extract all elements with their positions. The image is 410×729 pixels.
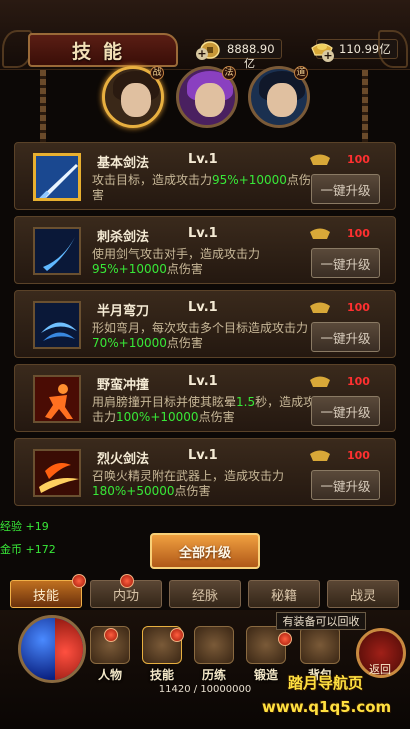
tab-war-spirit[interactable]: 战灵 [327, 580, 399, 608]
skill-name: 半月弯刀 [97, 304, 150, 319]
gold-gain: 金币 +172 [0, 541, 56, 557]
crescent-blade-icon[interactable] [33, 301, 81, 349]
exp-gain-label: 经验 [0, 520, 22, 533]
skill-name: 刺杀剑法 [97, 230, 150, 245]
skill-level: Lv.1 [188, 152, 218, 167]
fire-sword-icon[interactable] [33, 449, 81, 497]
top-bar: 技能 8888.90 + 亿 110.99亿 + [0, 0, 410, 70]
skill-name: 野蛮冲撞 [97, 378, 150, 393]
skill-card-fire-sword[interactable]: 烈火剑法 Lv.1 召唤火精灵附在武器上，造成攻击力180%+50000点伤害 … [14, 438, 396, 506]
upgrade-cost: 100 [347, 375, 370, 388]
gold-ingot-icon [310, 154, 330, 165]
charge-icon[interactable] [33, 375, 81, 423]
return-label: 返回 [369, 663, 391, 676]
notification-dot [72, 574, 86, 588]
gold-ingot-icon [310, 450, 330, 461]
nav-training-label: 历练 [201, 668, 226, 682]
gold-unit: 亿 [244, 57, 255, 70]
warrior-helmet-icon [194, 626, 234, 664]
watermark-url: www.q1q5.com [262, 698, 392, 716]
class-badge-taoist: 道 [294, 66, 308, 80]
gold-currency: 8888.90 [200, 38, 282, 60]
tab-meridians[interactable]: 经脉 [169, 580, 241, 608]
hp-mp-orb [18, 615, 86, 683]
skill-level: Lv.1 [188, 374, 218, 389]
skill-name: 基本剑法 [97, 156, 150, 171]
skill-card-assassin-sword[interactable]: 刺杀剑法 Lv.1 使用剑气攻击对手，造成攻击力95%+10000点伤害 100… [14, 216, 396, 284]
watermark-title: 踏月导航页 [288, 674, 364, 692]
nav-character-label: 人物 [97, 668, 122, 682]
bag-icon [300, 626, 340, 664]
one-click-upgrade-button[interactable]: 一键升级 [311, 322, 380, 352]
one-click-upgrade-button[interactable]: 一键升级 [311, 248, 380, 278]
nav-forge-label: 锻造 [253, 668, 278, 682]
tab-secret-manuals[interactable]: 秘籍 [248, 580, 320, 608]
taoist-face [267, 83, 297, 117]
skill-level: Lv.1 [188, 226, 218, 241]
skill-description: 形如弯月，每次攻击多个目标造成攻击力70%+10000点伤害 [92, 321, 309, 350]
upgrade-cost: 100 [347, 301, 370, 314]
skill-description: 使用剑气攻击对手，造成攻击力95%+10000点伤害 [92, 247, 261, 276]
mage-face [195, 83, 225, 117]
skill-level: Lv.1 [188, 448, 218, 463]
chain-decoration-right [362, 70, 368, 142]
anvil-icon [246, 626, 286, 664]
hp-half [55, 618, 83, 680]
sword-slash-icon[interactable] [33, 227, 81, 275]
nav-skills-label: 技能 [149, 668, 174, 682]
upgrade-all-button[interactable]: 全部升级 [150, 533, 260, 569]
skill-card-savage-charge[interactable]: 野蛮冲撞 Lv.1 用肩膀撞开目标并使其眩晕1.5秒，造成攻击力100%+100… [14, 364, 396, 432]
skill-card-half-moon-blade[interactable]: 半月弯刀 Lv.1 形如弯月，每次攻击多个目标造成攻击力70%+10000点伤害… [14, 290, 396, 358]
one-click-upgrade-button[interactable]: 一键升级 [311, 174, 380, 204]
skill-tabs: 技能 内功 经脉 秘籍 战灵 [0, 574, 410, 610]
class-badge-warrior: 战 [150, 66, 164, 80]
recycle-hint-tooltip: 有装备可以回收 [276, 612, 366, 630]
return-button[interactable]: 返回 [356, 628, 406, 678]
tab-skills[interactable]: 技能 [10, 580, 82, 608]
dragon-ornament-right [378, 30, 408, 68]
warrior-face [121, 83, 151, 117]
one-click-upgrade-button[interactable]: 一键升级 [311, 396, 380, 426]
add-ingot-button[interactable]: + [322, 50, 334, 62]
notification-dot [120, 574, 134, 588]
skill-description: 用肩膀撞开目标并使其眩晕1.5秒，造成攻击力100%+10000点伤害 [92, 395, 316, 424]
upgrade-cost: 100 [347, 153, 370, 166]
skill-name: 烈火剑法 [97, 452, 150, 467]
chain-decoration-left [40, 70, 46, 142]
skill-description: 召唤火精灵附在武器上，造成攻击力180%+50000点伤害 [92, 469, 285, 498]
gold-gain-value: +172 [25, 543, 56, 556]
page-title: 技能 [71, 40, 134, 63]
sword-strike-icon[interactable] [33, 153, 81, 201]
exp-gain-value: +19 [25, 520, 49, 533]
add-gold-button[interactable]: + [196, 48, 208, 60]
gold-gain-label: 金币 [0, 543, 22, 556]
upgrade-cost: 100 [347, 227, 370, 240]
class-badge-mage: 法 [222, 66, 236, 80]
title-plate: 技能 [28, 33, 178, 67]
gold-ingot-icon [310, 302, 330, 313]
skill-card-basic-sword[interactable]: 基本剑法 Lv.1 攻击目标，造成攻击力95%+10000点伤害 100 一键升… [14, 142, 396, 210]
exp-gain: 经验 +19 [0, 518, 49, 534]
upgrade-cost: 100 [347, 449, 370, 462]
skill-description: 攻击目标，造成攻击力95%+10000点伤害 [92, 173, 311, 202]
gold-ingot-icon [310, 376, 330, 387]
one-click-upgrade-button[interactable]: 一键升级 [311, 470, 380, 500]
notification-dot [170, 628, 184, 642]
notification-dot [104, 628, 118, 642]
gold-ingot-icon [310, 228, 330, 239]
nav-training[interactable]: 历练 [190, 626, 238, 684]
skill-level: Lv.1 [188, 300, 218, 315]
notification-dot [278, 632, 292, 646]
